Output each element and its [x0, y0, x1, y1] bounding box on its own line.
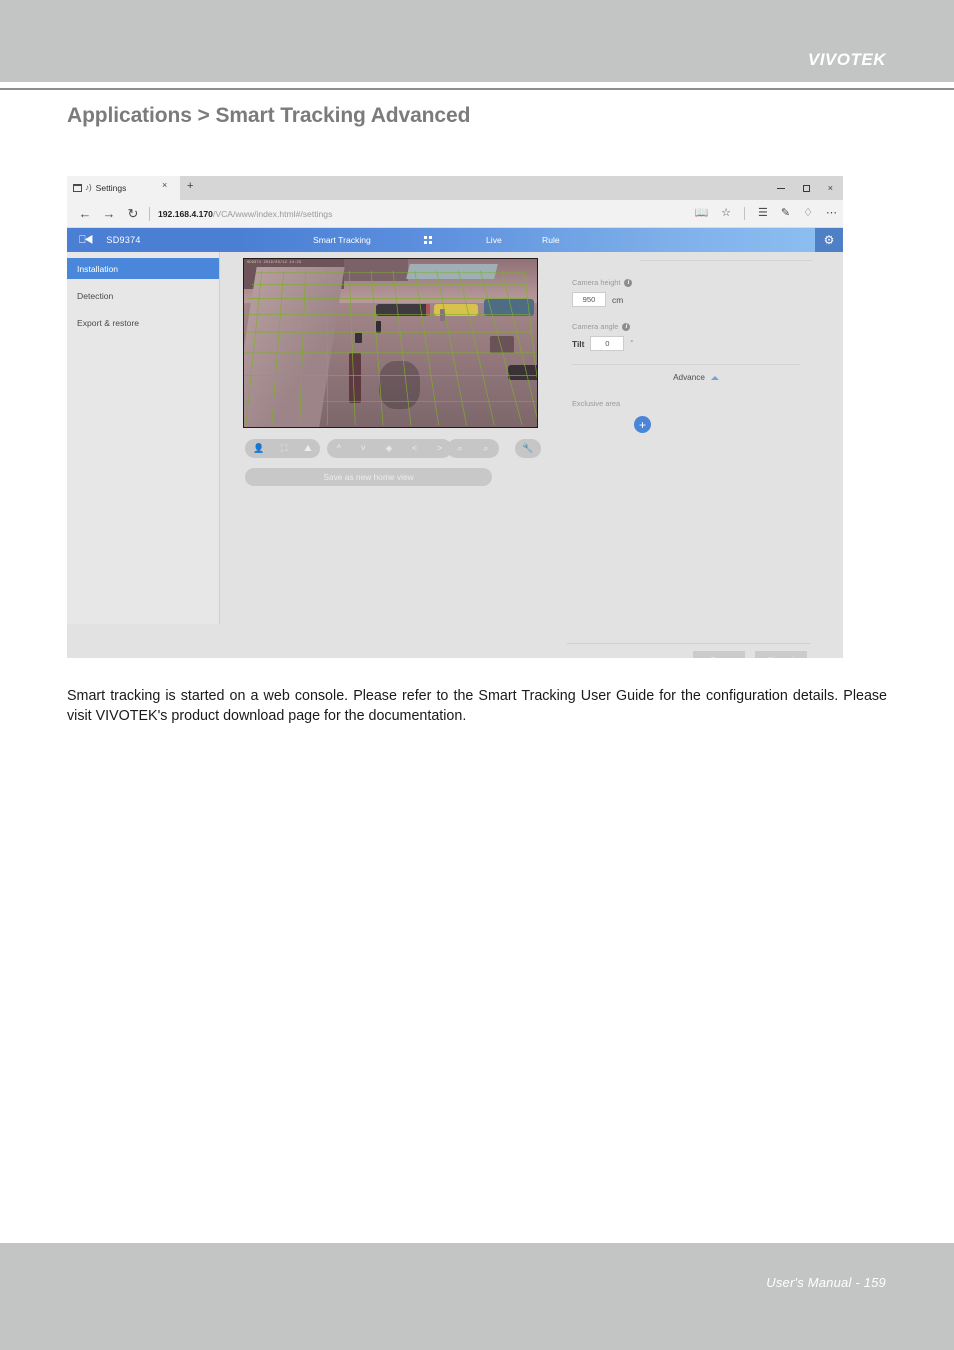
down-icon[interactable]: ˅ [361, 444, 366, 453]
address-url[interactable]: 192.168.4.170/VCA/www/index.html#/settin… [158, 209, 332, 219]
forward-icon[interactable]: → [97, 207, 121, 220]
nav-item-live[interactable]: Live [486, 235, 502, 245]
speaker-icon: ♪) [85, 183, 92, 192]
calibration-grid-overlay [244, 270, 537, 426]
gear-icon: ⚙ [823, 233, 835, 247]
panel-action-row: Save Discard [693, 651, 807, 658]
app-body: Installation Detection Export & restore [67, 252, 843, 658]
camera-height-unit: cm [612, 294, 624, 305]
tool-controls-group: 🔧 [515, 439, 541, 458]
panel-top-rule [640, 260, 812, 261]
page-title: Applications > Smart Tracking Advanced [67, 104, 471, 127]
discard-button[interactable]: Discard [755, 651, 807, 658]
home-view-row: Save as new home view [243, 468, 543, 486]
info-icon[interactable]: i [624, 278, 633, 287]
right-icon[interactable]: > [437, 444, 442, 453]
wrench-icon[interactable]: 🔧 [522, 444, 533, 453]
video-column: SD9374 2019/03/12 14:23 👤 ⛶ ⛰ ^ ˅ ◈ < > … [243, 252, 543, 486]
advance-label: Advance [673, 373, 705, 382]
chevron-up-icon [710, 375, 719, 380]
new-tab-icon[interactable]: + [187, 181, 193, 192]
minimize-icon[interactable] [776, 187, 785, 189]
target-controls-group: 👤 ⛶ ⛰ [245, 439, 320, 458]
browser-tab-strip: ♪) Settings × + × [67, 176, 843, 200]
panel-footer-rule [567, 643, 810, 644]
camera-model-label: SD9374 [106, 235, 141, 245]
camera-height-label-row: Camera height i [572, 278, 820, 287]
zoom-in-icon[interactable]: ⌕ [457, 444, 462, 453]
person-icon[interactable]: 👤 [253, 444, 264, 453]
app-sidebar: Installation Detection Export & restore [67, 252, 220, 624]
reading-view-icon[interactable]: 📖 [694, 208, 708, 219]
nav-item-rule[interactable]: Rule [542, 235, 560, 245]
settings-gear-button[interactable]: ⚙ [815, 228, 843, 252]
home-icon[interactable]: ◈ [386, 444, 393, 453]
camera-tilt-field-row: Tilt 0 ° [572, 336, 820, 351]
apps-grid-icon[interactable] [424, 236, 432, 244]
sidebar-item-label: Installation [77, 263, 119, 274]
up-icon[interactable]: ^ [337, 444, 341, 453]
sidebar-item-installation[interactable]: Installation [67, 258, 219, 279]
video-osd-timestamp: SD9374 2019/03/12 14:23 [247, 261, 302, 265]
zoom-controls-group: ⌕ ⌕ [447, 439, 499, 458]
reading-list-icon[interactable]: ☰ [758, 208, 768, 219]
save-home-view-button[interactable]: Save as new home view [245, 468, 492, 486]
sidebar-item-label: Detection [77, 290, 114, 301]
camera-angle-label: Camera angle [572, 322, 619, 331]
tilt-input[interactable]: 0 [590, 336, 625, 351]
camera-angle-label-row: Camera angle i [572, 322, 820, 331]
exclusive-area-label: Exclusive area [572, 399, 621, 408]
address-bar-actions: 📖 ☆ ☰ ✎ ♢ ⋯ [694, 200, 837, 227]
camera-height-label: Camera height [572, 278, 621, 287]
sidebar-item-detection[interactable]: Detection [67, 285, 219, 306]
refresh-icon[interactable]: ↻ [121, 207, 145, 220]
tab-title: Settings [95, 183, 127, 193]
more-ellipsis-icon[interactable]: ⋯ [826, 208, 837, 219]
ptz-controls-group: ^ ˅ ◈ < > [327, 439, 452, 458]
camera-height-input[interactable]: 950 [572, 292, 606, 307]
url-host: 192.168.4.170 [158, 208, 213, 219]
close-icon[interactable]: × [828, 183, 833, 193]
advance-toggle[interactable]: Advance [572, 373, 820, 382]
window-controls: × [776, 176, 839, 200]
browser-window-screenshot: ♪) Settings × + × ← → ↻ 192.168.4.170/VC… [67, 176, 843, 658]
app-navigation-bar: ⎕◀ SD9374 Smart Tracking Live Rule ⚙ [67, 228, 843, 252]
address-divider [149, 206, 150, 221]
auto-tracking-icon[interactable]: ⛶ [281, 444, 287, 453]
scene-icon[interactable]: ⛰ [304, 444, 312, 453]
settings-panel: Camera height i 950 cm Camera angle i Ti… [572, 252, 820, 592]
info-icon[interactable]: i [622, 322, 631, 331]
share-icon[interactable]: ♢ [803, 208, 813, 219]
camera-height-field-row: 950 cm [572, 292, 820, 307]
window-icon [73, 184, 82, 192]
vivotek-brand-wordmark: VIVOTEK [807, 50, 886, 69]
tilt-label: Tilt [572, 338, 585, 349]
save-button[interactable]: Save [693, 651, 745, 658]
add-exclusive-area-button[interactable]: + [634, 416, 651, 433]
tab-close-icon[interactable]: × [162, 181, 167, 190]
nav-item-smart-tracking[interactable]: Smart Tracking [313, 235, 371, 245]
footer-page-label: User's Manual - 159 [766, 1275, 886, 1290]
panel-divider [572, 364, 800, 365]
live-video-preview[interactable]: SD9374 2019/03/12 14:23 [243, 258, 538, 428]
sidebar-item-export-restore[interactable]: Export & restore [67, 312, 219, 333]
url-path: /VCA/www/index.html#/settings [212, 208, 333, 219]
back-icon[interactable]: ← [73, 207, 97, 220]
browser-address-bar: ← → ↻ 192.168.4.170/VCA/www/index.html#/… [67, 200, 843, 228]
favorites-star-icon[interactable]: ☆ [721, 208, 731, 219]
maximize-icon[interactable] [802, 184, 810, 192]
degree-symbol: ° [630, 340, 634, 347]
toolbar-divider [744, 207, 746, 220]
web-notes-icon[interactable]: ✎ [781, 208, 790, 219]
zoom-out-icon[interactable]: ⌕ [483, 444, 488, 453]
sidebar-item-label: Export & restore [77, 317, 140, 328]
left-icon[interactable]: < [412, 444, 417, 453]
camera-logo-icon: ⎕◀ [79, 233, 93, 246]
body-paragraph: Smart tracking is started on a web conso… [67, 688, 887, 724]
page-footer-band [0, 1243, 954, 1350]
video-control-row: 👤 ⛶ ⛰ ^ ˅ ◈ < > ⌕ ⌕ 🔧 [243, 439, 543, 458]
header-divider-rule [0, 88, 954, 90]
